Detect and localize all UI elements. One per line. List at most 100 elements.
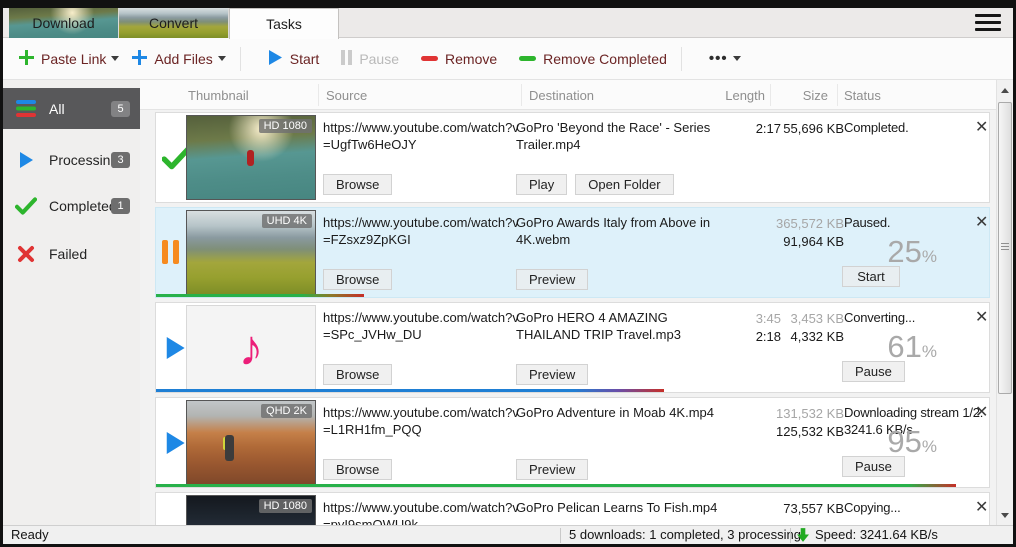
browse-button[interactable]: Browse — [323, 269, 392, 290]
start-task-button[interactable]: Start — [842, 266, 900, 287]
remove-completed-button[interactable]: Remove Completed — [519, 51, 667, 67]
table-row[interactable]: QHD 2K https://www.youtube.com/watch?v=L… — [155, 397, 990, 488]
status-text: Converting... — [844, 310, 984, 327]
plus-icon — [132, 50, 147, 68]
music-note-icon: ♪ — [239, 323, 264, 373]
progress-bar — [156, 484, 956, 487]
count-badge: 1 — [111, 198, 130, 214]
vertical-scrollbar[interactable] — [996, 80, 1013, 525]
size-value: 73,557 KB — [759, 500, 844, 518]
scroll-up-icon[interactable] — [997, 82, 1013, 98]
paste-link-button[interactable]: Paste Link — [19, 50, 106, 68]
video-thumbnail: HD 1080 — [186, 495, 316, 525]
pause-button[interactable]: Pause — [341, 50, 399, 68]
status-summary: 5 downloads: 1 completed, 3 processing — [569, 527, 801, 542]
table-row[interactable]: HD 1080 https://www.youtube.com/watch?v=… — [155, 492, 990, 525]
hamburger-menu-icon[interactable] — [975, 14, 1001, 33]
check-icon — [162, 146, 188, 173]
size-total-value: 131,532 KB — [759, 405, 844, 423]
column-source[interactable]: Source — [326, 88, 367, 103]
header-separator — [837, 84, 838, 106]
add-files-caret-icon[interactable] — [218, 56, 226, 61]
tab-tasks[interactable]: Tasks — [229, 8, 339, 39]
sidebar: All 5 Processing 3 Completed 1 — [3, 80, 140, 525]
column-destination[interactable]: Destination — [529, 88, 594, 103]
column-status[interactable]: Status — [844, 88, 881, 103]
status-speed: Speed: 3241.64 KB/s — [815, 527, 938, 542]
close-icon[interactable]: ✕ — [975, 402, 988, 422]
scrollbar-thumb[interactable] — [998, 102, 1012, 394]
size-value: 91,964 KB — [759, 233, 844, 251]
percent-value: 61% — [887, 329, 937, 365]
source-url: https://www.youtube.com/watch?v=SPc_JVHw… — [323, 310, 519, 344]
close-icon[interactable]: ✕ — [975, 307, 988, 327]
task-list: Thumbnail Source Destination Length Size… — [140, 80, 996, 525]
size-value: 4,332 KB — [759, 328, 844, 346]
sidebar-item-all[interactable]: All 5 — [3, 88, 140, 129]
sidebar-item-processing[interactable]: Processing 3 — [3, 142, 140, 178]
sidebar-item-completed[interactable]: Completed 1 — [3, 188, 140, 224]
browse-button[interactable]: Browse — [323, 364, 392, 385]
hiker-figure — [225, 435, 234, 461]
sidebar-item-label: Completed — [49, 198, 117, 214]
remove-dash-icon — [421, 56, 438, 61]
close-icon[interactable]: ✕ — [975, 117, 988, 137]
header-separator — [521, 84, 522, 106]
play-icon — [162, 335, 188, 364]
start-button[interactable]: Start — [268, 49, 320, 69]
processing-play-icon — [15, 151, 37, 169]
source-url: https://www.youtube.com/watch?v=L1RH1fm_… — [323, 405, 519, 439]
size-value: 125,532 KB — [759, 423, 844, 441]
sidebar-item-label: Processing — [49, 152, 118, 168]
status-text: Completed. — [844, 120, 984, 137]
speed-down-arrow-icon — [797, 528, 809, 545]
tab-download[interactable]: Download — [9, 8, 119, 38]
tab-convert[interactable]: Convert — [119, 8, 229, 38]
column-thumbnail[interactable]: Thumbnail — [188, 88, 249, 103]
close-icon[interactable]: ✕ — [975, 497, 988, 517]
sidebar-item-label: All — [49, 101, 65, 117]
more-actions-caret-icon[interactable] — [733, 56, 741, 61]
add-files-label: Add Files — [154, 51, 212, 67]
quality-badge: QHD 2K — [261, 404, 312, 418]
play-button[interactable]: Play — [516, 174, 567, 195]
table-row[interactable]: HD 1080 https://www.youtube.com/watch?v=… — [155, 112, 990, 203]
failed-x-icon — [15, 245, 37, 263]
pause-task-button[interactable]: Pause — [842, 456, 905, 477]
toolbar-separator — [240, 47, 241, 71]
browse-button[interactable]: Browse — [323, 459, 392, 480]
status-text: Paused. — [844, 215, 984, 232]
quality-badge: UHD 4K — [262, 214, 312, 228]
more-dots-icon: ••• — [709, 50, 728, 67]
app-window: Download Convert Tasks Paste Link Add Fi… — [0, 0, 1016, 547]
pause-label: Pause — [359, 51, 399, 67]
video-thumbnail: HD 1080 — [186, 115, 316, 200]
paste-link-caret-icon[interactable] — [111, 56, 119, 61]
header-separator — [770, 84, 771, 106]
quality-badge: HD 1080 — [259, 499, 312, 513]
remove-completed-label: Remove Completed — [543, 51, 667, 67]
column-size[interactable]: Size — [773, 88, 828, 103]
preview-button[interactable]: Preview — [516, 364, 588, 385]
table-row[interactable]: UHD 4K https://www.youtube.com/watch?v=F… — [155, 207, 990, 298]
more-actions-button[interactable]: ••• — [709, 50, 728, 67]
column-length[interactable]: Length — [705, 88, 765, 103]
sidebar-item-failed[interactable]: Failed — [3, 236, 140, 272]
status-bar: Ready 5 downloads: 1 completed, 3 proces… — [3, 525, 1013, 544]
remove-button[interactable]: Remove — [421, 51, 497, 67]
scroll-down-icon[interactable] — [997, 507, 1013, 523]
open-folder-button[interactable]: Open Folder — [575, 174, 673, 195]
preview-button[interactable]: Preview — [516, 269, 588, 290]
destination-file: GoPro Pelican Learns To Fish.mp4 — [516, 500, 724, 517]
quality-badge: HD 1080 — [259, 119, 312, 133]
browse-button[interactable]: Browse — [323, 174, 392, 195]
progress-bar — [156, 389, 664, 392]
close-icon[interactable]: ✕ — [975, 212, 988, 232]
table-row[interactable]: ♪ https://www.youtube.com/watch?v=SPc_JV… — [155, 302, 990, 393]
pause-task-button[interactable]: Pause — [842, 361, 905, 382]
add-files-button[interactable]: Add Files — [132, 50, 212, 68]
table-header: Thumbnail Source Destination Length Size… — [140, 80, 996, 110]
all-tasks-icon — [15, 100, 37, 117]
preview-button[interactable]: Preview — [516, 459, 588, 480]
destination-file: GoPro 'Beyond the Race' - Series Trailer… — [516, 120, 724, 154]
